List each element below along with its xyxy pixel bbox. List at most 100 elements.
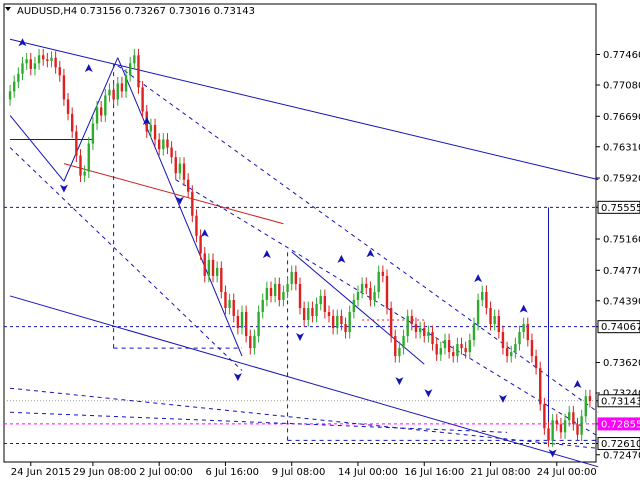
candle-body xyxy=(505,348,509,357)
candle-body xyxy=(278,283,281,300)
candle-body xyxy=(75,131,78,156)
candle-body xyxy=(269,287,273,296)
candle-body xyxy=(522,324,525,333)
candle-body xyxy=(141,87,144,112)
candle-body xyxy=(476,299,480,325)
candle-body xyxy=(257,311,260,337)
candle-body xyxy=(563,420,567,433)
fractal-down-arrow-icon xyxy=(498,394,507,403)
candle-body xyxy=(265,287,269,300)
candle-body xyxy=(220,267,223,292)
x-tick-label: 6 Jul 16:00 xyxy=(205,467,259,478)
candle-body xyxy=(340,316,343,325)
candle-body xyxy=(13,81,16,92)
candle-body xyxy=(510,352,513,357)
candle-body xyxy=(153,125,157,140)
candle-body xyxy=(83,171,86,176)
candle-body xyxy=(95,107,99,124)
candle-body xyxy=(112,89,115,100)
candle-body xyxy=(402,336,405,349)
candle-body xyxy=(211,259,215,276)
chart-header: AUDUSD,H4 0.73156 0.73267 0.73016 0.7314… xyxy=(5,6,255,17)
y-tick-label: 0.75920 xyxy=(603,174,640,185)
candle-body xyxy=(91,123,95,144)
candle-body xyxy=(244,311,248,337)
candle-body xyxy=(149,125,153,132)
candle-body xyxy=(273,283,277,296)
fractal-up-arrow-icon xyxy=(337,254,346,263)
candle-body xyxy=(191,191,194,216)
fractal-up-arrow-icon xyxy=(84,63,93,72)
diagonal-dashed xyxy=(117,65,599,413)
candle-body xyxy=(381,271,385,276)
price-box-label: 0.73143 xyxy=(601,396,640,407)
y-tick-label: 0.74390 xyxy=(603,296,640,307)
x-tick-label: 2 Jul 00:00 xyxy=(139,467,193,478)
candle-body xyxy=(42,55,45,60)
candle-body xyxy=(195,215,198,236)
plot-frame xyxy=(3,3,597,463)
price-axis: 0.77460 0.77080 0.76690 0.76310 0.75920 0.751… xyxy=(596,50,640,461)
fractal-markers xyxy=(18,38,582,458)
candle-body xyxy=(344,324,347,333)
candle-body xyxy=(79,155,82,176)
candle-body xyxy=(104,95,107,116)
fractal-down-arrow-icon xyxy=(59,184,68,193)
candle-body xyxy=(137,55,140,88)
wave-line xyxy=(9,115,65,182)
candle-body xyxy=(398,348,401,357)
candle-body xyxy=(70,113,74,132)
y-tick-label: 0.73620 xyxy=(603,358,640,369)
candle-body xyxy=(352,299,356,312)
candle-body xyxy=(120,83,124,92)
candle-body xyxy=(439,348,443,355)
x-tick-label: 9 Jul 08:00 xyxy=(272,467,326,478)
candle-body xyxy=(443,340,447,349)
candle-body xyxy=(319,295,322,304)
candle-body xyxy=(170,147,173,158)
candle-body xyxy=(373,291,376,300)
candle-body xyxy=(54,57,57,68)
candle-body xyxy=(331,316,335,329)
candle-body xyxy=(447,340,451,353)
candle-body xyxy=(253,336,256,349)
x-tick-label: 24 Jun 2015 xyxy=(11,467,71,478)
candle-body xyxy=(315,303,318,317)
fractal-up-arrow-icon xyxy=(262,250,271,259)
candle-body xyxy=(37,55,41,64)
candle-body xyxy=(311,307,314,317)
y-tick-label: 0.75160 xyxy=(603,235,640,246)
candle-body xyxy=(124,75,128,92)
red-trend-line xyxy=(63,163,284,225)
collapse-triangle-icon[interactable] xyxy=(5,7,11,11)
ohlc-values: 0.73156 0.73267 0.73016 0.73143 xyxy=(80,6,255,17)
x-tick-label: 24 Jul 00:00 xyxy=(537,467,597,478)
candle-body xyxy=(8,91,12,100)
y-tick-label: 0.76310 xyxy=(603,142,640,153)
candle-body xyxy=(539,368,542,405)
candle-body xyxy=(327,311,331,317)
candle-body xyxy=(199,235,202,254)
candle-body xyxy=(501,332,505,349)
candle-body xyxy=(385,275,389,308)
x-tick-label: 14 Jul 00:00 xyxy=(338,467,398,478)
candle-body xyxy=(282,291,285,300)
price-box-label: 0.72610 xyxy=(601,439,640,450)
fractal-down-arrow-icon xyxy=(395,377,404,386)
candle-body xyxy=(108,89,111,96)
upper-channel-line xyxy=(9,38,599,181)
candle-body xyxy=(203,253,206,276)
candle-body xyxy=(518,332,521,345)
candle-body xyxy=(431,332,434,345)
candle-body xyxy=(25,59,28,64)
candle-body xyxy=(99,107,103,116)
candle-body xyxy=(559,424,563,433)
candle-body xyxy=(472,324,476,341)
lower-dashed xyxy=(10,411,508,433)
candle-body xyxy=(360,283,364,292)
candle-body xyxy=(207,259,211,276)
candle-body xyxy=(186,179,190,192)
candle-body xyxy=(162,139,165,150)
candle-body xyxy=(410,316,414,325)
price-box-label: 0.72855 xyxy=(601,419,640,430)
